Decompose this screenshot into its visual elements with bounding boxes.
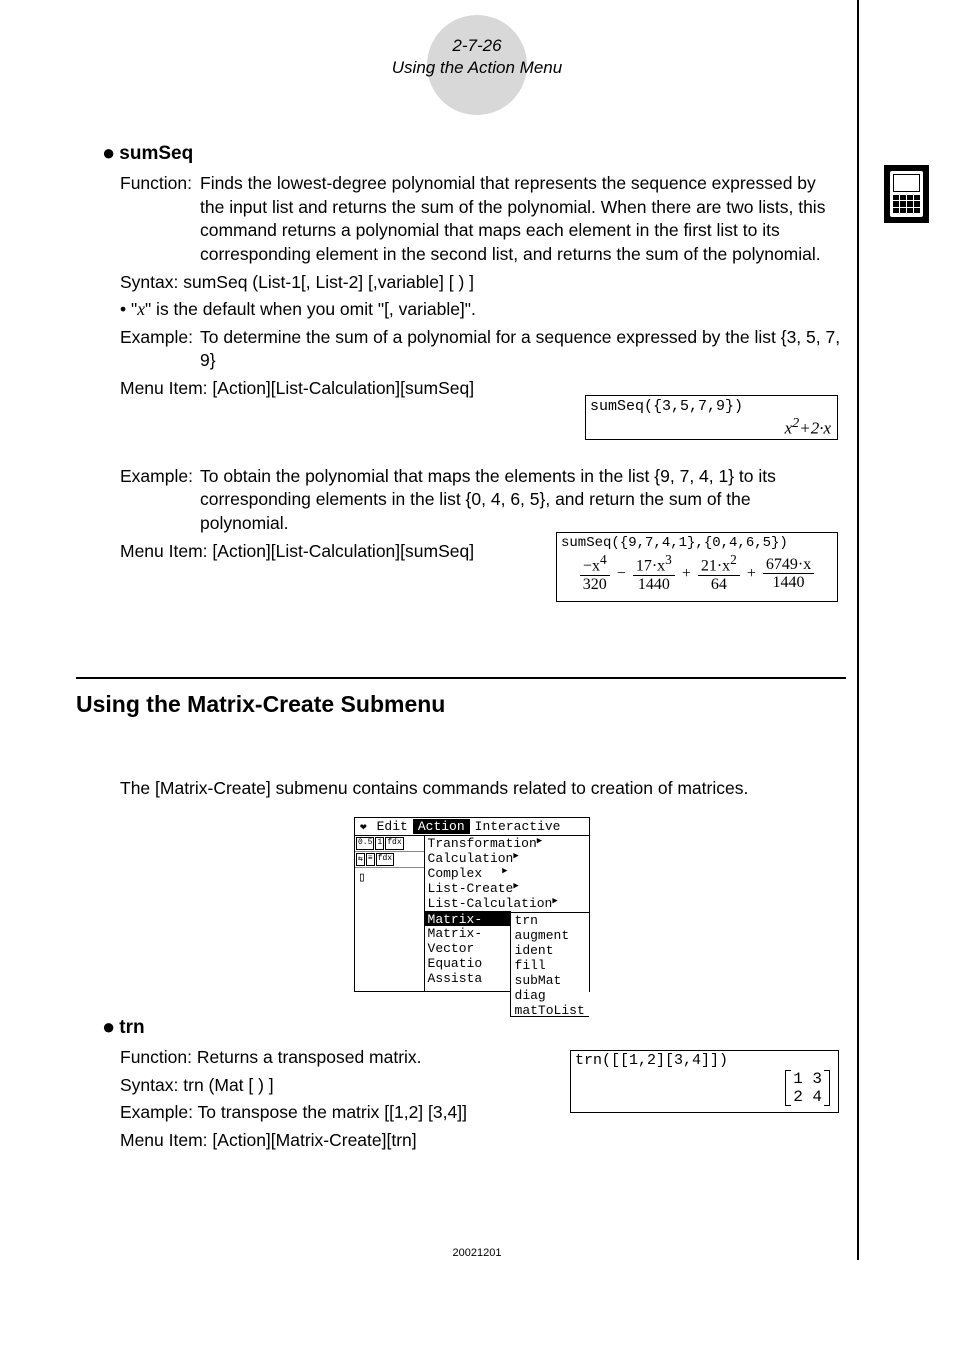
sumseq-function: Function:Finds the lowest-degree polynom…: [120, 172, 842, 267]
section-rule: [76, 677, 846, 679]
matrix-create-heading: Using the Matrix-Create Submenu: [76, 691, 816, 718]
sumseq-heading: ●sumSeq: [102, 140, 842, 166]
sumseq-screen2: sumSeq({9,7,4,1},{0,4,6,5}) −x4320 − 17·…: [556, 532, 838, 602]
menu-edit: Edit: [372, 819, 413, 834]
section-title: Using the Action Menu: [0, 57, 954, 79]
trn-heading: ●trn: [102, 1014, 842, 1040]
sumseq-example2: Example:To obtain the polynomial that ma…: [120, 465, 842, 536]
page-header: 2-7-26 Using the Action Menu: [0, 35, 954, 79]
trn-screen: trn([[1,2][3,4]]) 1 32 4: [570, 1050, 839, 1113]
page-divider: [857, 0, 859, 1260]
sumseq-screen1: sumSeq({3,5,7,9}) x2+2·x: [585, 395, 838, 440]
menu-screenshot: ❤ Edit Action Interactive 0.51fdx ⇆≡fdx …: [354, 817, 590, 992]
trn-menu: Menu Item: [Action][Matrix-Create][trn]: [120, 1129, 842, 1153]
cursor-icon: ▯: [355, 868, 424, 887]
matrix-create-submenu: trn augment ident fill subMat diag matTo…: [510, 912, 589, 1017]
menu-heart-icon: ❤: [355, 820, 372, 834]
menu-interactive: Interactive: [470, 819, 566, 834]
sumseq-syntax: Syntax: sumSeq (List-1[, List-2] [,varia…: [120, 271, 842, 295]
sumseq-note: • "x" is the default when you omit "[, v…: [120, 298, 842, 322]
main-content: ●sumSeq Function:Finds the lowest-degree…: [102, 140, 842, 1157]
calculator-icon: [884, 165, 929, 223]
page-number-ref: 2-7-26: [0, 35, 954, 57]
matrix-create-intro: The [Matrix-Create] submenu contains com…: [120, 778, 842, 799]
footer-code: 20021201: [0, 1247, 954, 1259]
menu-action: Action: [413, 819, 470, 834]
action-menu-list: Transformation▶ Calculation▶ Complex▶ Li…: [425, 836, 511, 991]
sumseq-example1: Example:To determine the sum of a polyno…: [120, 326, 842, 373]
